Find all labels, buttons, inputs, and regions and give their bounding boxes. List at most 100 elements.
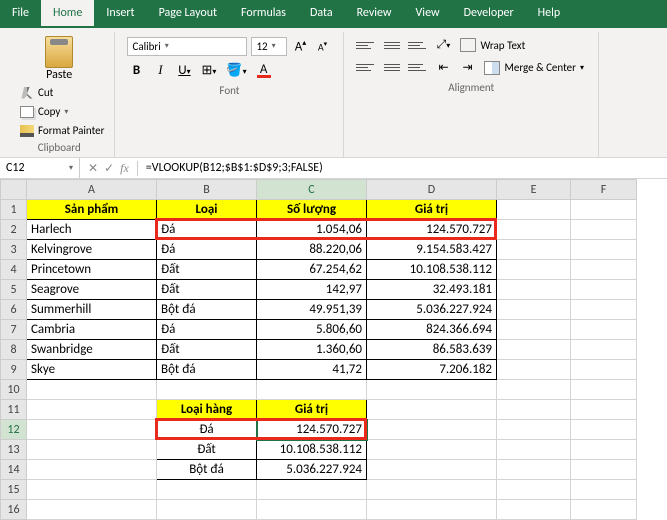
cell-A2[interactable]: Harlech: [27, 220, 157, 240]
col-header-A[interactable]: A: [27, 180, 157, 200]
cell-A4[interactable]: Princetown: [27, 260, 157, 280]
row-header-5[interactable]: 5: [1, 280, 27, 300]
cell-D4[interactable]: 10.108.538.112: [367, 260, 497, 280]
cell[interactable]: [497, 420, 571, 440]
cell-D1[interactable]: Giá trị: [367, 200, 497, 220]
cell[interactable]: [571, 220, 637, 240]
cell[interactable]: [571, 420, 637, 440]
decrease-indent-button[interactable]: ⇤: [434, 58, 452, 77]
cell-A1[interactable]: Sản phẩm: [27, 200, 157, 220]
cell-D5[interactable]: 32.493.181: [367, 280, 497, 300]
cell[interactable]: [497, 260, 571, 280]
col-header-B[interactable]: B: [157, 180, 257, 200]
cell-D9[interactable]: 7.206.182: [367, 360, 497, 380]
copy-button[interactable]: Copy▾: [18, 103, 106, 120]
cell[interactable]: [27, 440, 157, 460]
cell[interactable]: [367, 420, 497, 440]
cell[interactable]: [27, 480, 157, 500]
cell-A9[interactable]: Skye: [27, 360, 157, 380]
align-center-button[interactable]: [382, 60, 402, 76]
row-header-13[interactable]: 13: [1, 440, 27, 460]
increase-font-button[interactable]: A▴: [291, 36, 309, 56]
format-painter-button[interactable]: Format Painter: [18, 122, 106, 139]
cell[interactable]: [497, 300, 571, 320]
cell[interactable]: [497, 240, 571, 260]
cell[interactable]: [497, 440, 571, 460]
increase-indent-button[interactable]: ⇥: [458, 58, 476, 77]
tab-page-layout[interactable]: Page Layout: [147, 0, 229, 28]
cell[interactable]: [367, 500, 497, 520]
tab-data[interactable]: Data: [298, 0, 345, 28]
tab-review[interactable]: Review: [345, 0, 404, 28]
cell-B3[interactable]: Đá: [157, 240, 257, 260]
cell-B1[interactable]: Loại: [157, 200, 257, 220]
cell[interactable]: [571, 440, 637, 460]
font-color-button[interactable]: A: [255, 60, 273, 80]
cell-A6[interactable]: Summerhill: [27, 300, 157, 320]
cell[interactable]: [257, 480, 367, 500]
paste-button[interactable]: Paste: [12, 34, 106, 84]
row-header-1[interactable]: 1: [1, 200, 27, 220]
tab-help[interactable]: Help: [526, 0, 573, 28]
cell-D7[interactable]: 824.366.694: [367, 320, 497, 340]
cell-C13[interactable]: 10.108.538.112: [257, 440, 367, 460]
cell-C8[interactable]: 1.360,60: [257, 340, 367, 360]
cell-B7[interactable]: Đá: [157, 320, 257, 340]
cell-C3[interactable]: 88.220,06: [257, 240, 367, 260]
cell-C12[interactable]: 124.570.727: [257, 420, 367, 440]
align-bottom-button[interactable]: [408, 37, 428, 53]
wrap-text-button[interactable]: Wrap Text: [458, 36, 527, 54]
font-size-selector[interactable]: 12▾: [251, 37, 287, 56]
cell-B2[interactable]: Đá: [157, 220, 257, 240]
cell[interactable]: [497, 360, 571, 380]
borders-button[interactable]: ⊞▾: [199, 61, 218, 80]
row-header-7[interactable]: 7: [1, 320, 27, 340]
row-header-12[interactable]: 12: [1, 420, 27, 440]
tab-home[interactable]: Home: [41, 0, 94, 28]
tab-insert[interactable]: Insert: [94, 0, 146, 28]
row-header-2[interactable]: 2: [1, 220, 27, 240]
cell-A8[interactable]: Swanbridge: [27, 340, 157, 360]
tab-file[interactable]: File: [0, 0, 41, 28]
cell-B11[interactable]: Loại hàng: [157, 400, 257, 420]
cell[interactable]: [497, 380, 571, 400]
cancel-formula-button[interactable]: ✕: [88, 161, 98, 176]
col-header-C[interactable]: C: [257, 180, 367, 200]
cell[interactable]: [497, 480, 571, 500]
cell[interactable]: [157, 480, 257, 500]
cell-A5[interactable]: Seagrove: [27, 280, 157, 300]
cell[interactable]: [367, 480, 497, 500]
cell[interactable]: [497, 280, 571, 300]
cell[interactable]: [571, 260, 637, 280]
cell[interactable]: [367, 460, 497, 480]
fx-button[interactable]: fx: [120, 161, 129, 176]
cell[interactable]: [27, 380, 157, 400]
row-header-9[interactable]: 9: [1, 360, 27, 380]
cell[interactable]: [367, 440, 497, 460]
cell[interactable]: [497, 500, 571, 520]
cell-A7[interactable]: Cambria: [27, 320, 157, 340]
cell[interactable]: [571, 400, 637, 420]
align-top-button[interactable]: [356, 37, 376, 53]
orientation-button[interactable]: ⤢▾: [434, 36, 452, 54]
cell-C1[interactable]: Số lượng: [257, 200, 367, 220]
cell[interactable]: [571, 320, 637, 340]
row-header-11[interactable]: 11: [1, 400, 27, 420]
cell-C11[interactable]: Giá trị: [257, 400, 367, 420]
cell[interactable]: [27, 400, 157, 420]
align-left-button[interactable]: [356, 60, 376, 76]
tab-view[interactable]: View: [404, 0, 452, 28]
cell[interactable]: [497, 340, 571, 360]
font-name-selector[interactable]: Calibri▾: [127, 37, 247, 56]
cell-B6[interactable]: Bột đá: [157, 300, 257, 320]
cell[interactable]: [571, 500, 637, 520]
cell-C9[interactable]: 41,72: [257, 360, 367, 380]
cell[interactable]: [367, 380, 497, 400]
cell[interactable]: [27, 460, 157, 480]
col-header-E[interactable]: E: [497, 180, 571, 200]
cell-C6[interactable]: 49.951,39: [257, 300, 367, 320]
cell-D3[interactable]: 9.154.583.427: [367, 240, 497, 260]
cell[interactable]: [571, 380, 637, 400]
cell-B9[interactable]: Bột đá: [157, 360, 257, 380]
cell-C2[interactable]: 1.054,06: [257, 220, 367, 240]
